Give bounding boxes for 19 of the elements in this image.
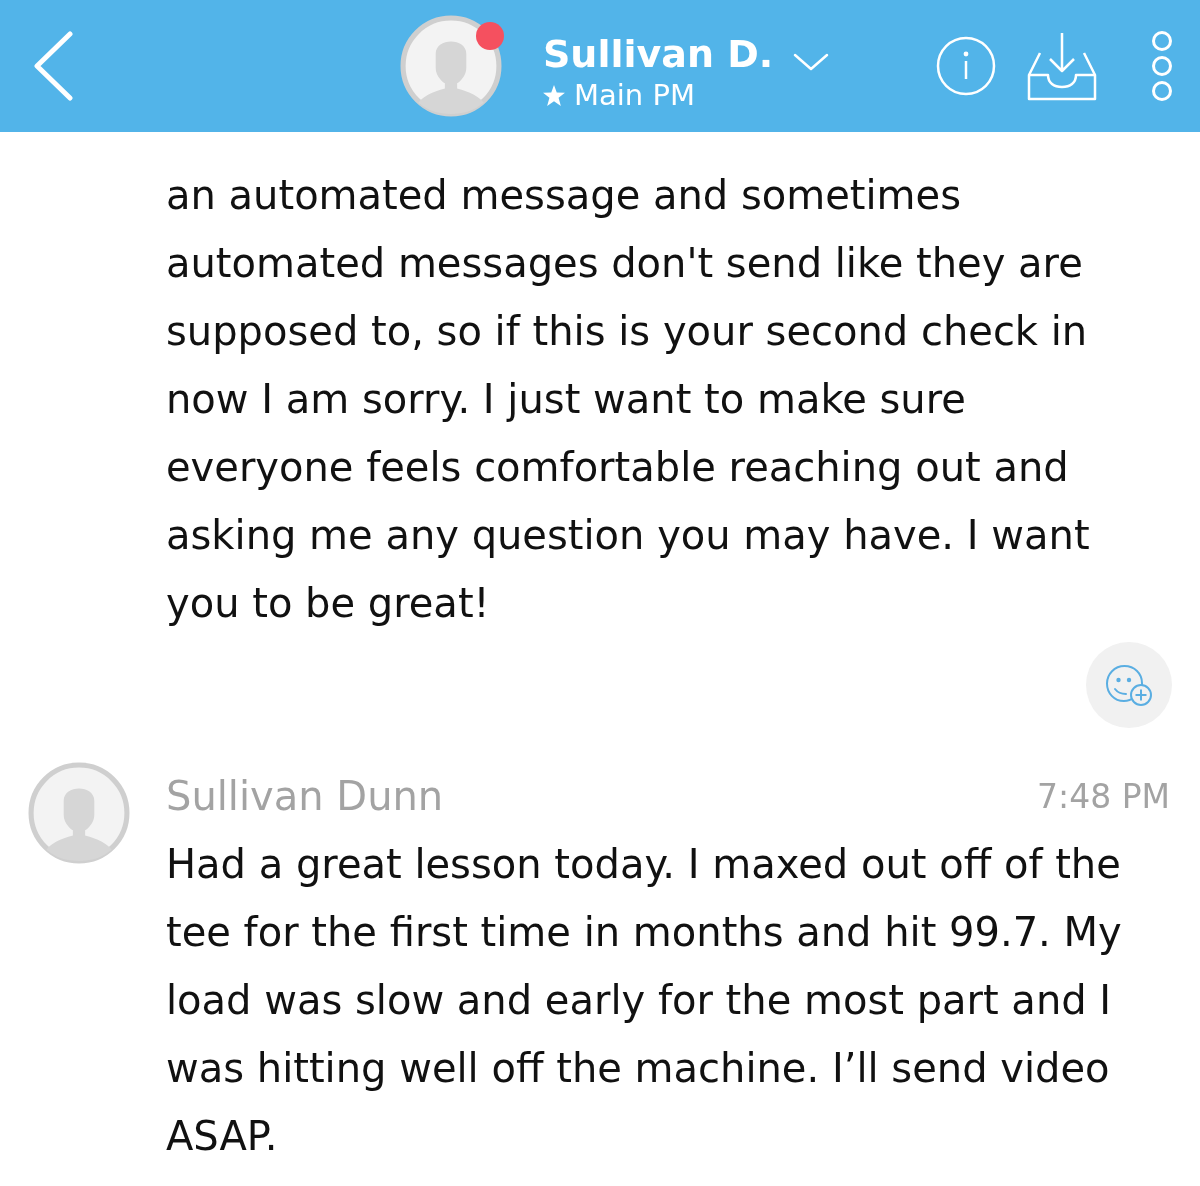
message-time: 7:48 PM [1037, 779, 1170, 813]
inbox-download-button[interactable] [1026, 31, 1098, 101]
back-chevron-icon [32, 31, 74, 101]
smiley-plus-icon [1105, 664, 1153, 706]
message-text: an automated message and sometimes automated messages don't send like they are supposed to, so if this is your second check in now I am sorry. I just want to make sure everyone feels comfortable reaching out and asking me any question you may have. I want you to be great! [166, 171, 1091, 628]
notification-dot-icon [476, 22, 504, 50]
info-button[interactable] [936, 36, 996, 96]
inbox-download-icon [1026, 31, 1098, 101]
vertical-dots-icon [1150, 29, 1174, 103]
sender-name: Sullivan Dunn [166, 776, 444, 816]
star-icon [543, 84, 565, 106]
more-options-button[interactable] [1150, 29, 1174, 103]
chevron-down-icon [793, 52, 830, 71]
contact-avatar-icon [400, 15, 502, 117]
contact-role: Main PM [574, 80, 695, 110]
message-text: Had a great lesson today. I maxed out off of the tee for the first time in months and hit 99.7. My load was slow and early for the most part and I was hitting well off the machine. I’ll send video ASAP. [166, 840, 1123, 1161]
info-icon [936, 36, 996, 96]
avatar-icon [28, 762, 130, 864]
contact-name-dropdown[interactable]: Sullivan D. [543, 24, 830, 73]
